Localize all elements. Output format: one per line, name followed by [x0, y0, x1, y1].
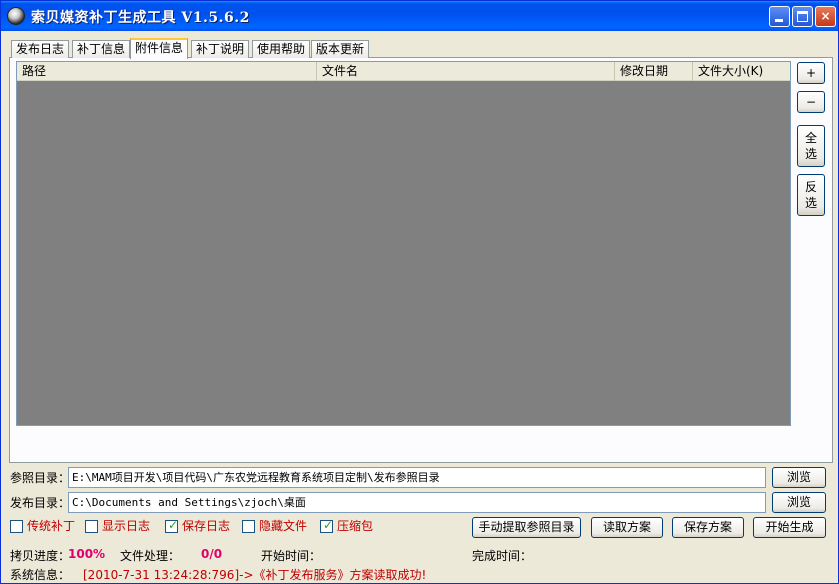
maximize-button[interactable] — [792, 6, 813, 27]
select-all-label-1: 全 — [804, 131, 817, 145]
tab-attachment-info[interactable]: 附件信息 — [130, 38, 189, 59]
file-process-value: 0/0 — [201, 547, 223, 561]
invert-selection-button[interactable]: 反 选 — [797, 174, 825, 216]
tab-publish-log[interactable]: 发布日志 — [11, 40, 70, 58]
column-file-size[interactable]: 文件大小(K) — [693, 62, 790, 81]
checkmark-icon: ✓ — [168, 518, 179, 532]
publish-dir-label: 发布目录： — [10, 496, 71, 510]
file-list-header: 路径 文件名 修改日期 文件大小(K) — [17, 62, 790, 81]
add-button[interactable]: + — [797, 62, 825, 84]
load-scheme-button[interactable]: 读取方案 — [591, 517, 663, 538]
option-label: 传统补丁 — [27, 519, 76, 533]
tab-help[interactable]: 使用帮助 — [252, 40, 311, 58]
option-label: 显示日志 — [102, 519, 151, 533]
option-label: 压缩包 — [337, 519, 374, 533]
close-button[interactable]: × — [815, 6, 836, 27]
tab-patch-notes[interactable]: 补丁说明 — [191, 40, 250, 58]
end-time-label: 完成时间： — [472, 549, 533, 563]
close-icon: × — [820, 9, 831, 23]
minimize-icon — [775, 19, 783, 22]
option-label: 保存日志 — [182, 519, 231, 533]
save-scheme-button[interactable]: 保存方案 — [672, 517, 744, 538]
remove-label: − — [805, 95, 817, 109]
column-path[interactable]: 路径 — [17, 62, 317, 81]
remove-button[interactable]: − — [797, 91, 825, 113]
file-list[interactable]: 路径 文件名 修改日期 文件大小(K) — [16, 61, 791, 426]
invert-label-1: 反 — [804, 180, 817, 194]
window-title: 索贝媒资补丁生成工具 V1.5.6.2 — [31, 10, 250, 26]
checkbox[interactable] — [242, 520, 255, 533]
app-icon[interactable] — [7, 7, 25, 25]
option-label: 隐藏文件 — [259, 519, 308, 533]
copy-progress-label: 拷贝进度： — [10, 549, 71, 563]
checkbox[interactable]: ✓ — [320, 518, 334, 533]
column-filename[interactable]: 文件名 — [317, 62, 615, 81]
minimize-button[interactable] — [769, 6, 790, 27]
add-label: + — [805, 66, 817, 80]
checkmark-icon: ✓ — [323, 518, 334, 532]
file-process-label: 文件处理： — [120, 549, 181, 563]
checkbox[interactable] — [85, 520, 98, 533]
maximize-icon — [797, 11, 808, 22]
select-all-label-2: 选 — [804, 147, 817, 161]
copy-progress-value: 100% — [68, 547, 106, 561]
reference-dir-input[interactable]: E:\MAM项目开发\项目代码\广东农党远程教育系统项目定制\发布参照目录 — [68, 467, 766, 488]
select-all-button[interactable]: 全 选 — [797, 125, 825, 167]
reference-dir-label: 参照目录： — [10, 471, 71, 485]
system-info-message: [2010-7-31 13:24:28:796]->《补丁发布服务》方案读取成功… — [83, 568, 427, 582]
extract-reference-button[interactable]: 手动提取参照目录 — [472, 517, 581, 538]
invert-label-2: 选 — [804, 196, 817, 210]
tab-patch-info[interactable]: 补丁信息 — [72, 40, 131, 58]
reference-browse-button[interactable]: 浏览 — [772, 467, 826, 488]
publish-dir-input[interactable]: C:\Documents and Settings\zjoch\桌面 — [68, 492, 766, 513]
main-window: 索贝媒资补丁生成工具 V1.5.6.2 × 发布日志 补丁信息 附件信息 补丁说… — [0, 0, 839, 584]
title-bar[interactable]: 索贝媒资补丁生成工具 V1.5.6.2 × — [1, 1, 838, 31]
start-generate-button[interactable]: 开始生成 — [753, 517, 826, 538]
start-time-label: 开始时间： — [261, 549, 322, 563]
checkbox[interactable] — [10, 520, 23, 533]
tab-version-updates[interactable]: 版本更新 — [311, 40, 370, 58]
checkbox[interactable]: ✓ — [165, 518, 179, 533]
system-info-label: 系统信息： — [10, 568, 71, 582]
column-modified-date[interactable]: 修改日期 — [615, 62, 693, 81]
publish-browse-button[interactable]: 浏览 — [772, 492, 826, 513]
